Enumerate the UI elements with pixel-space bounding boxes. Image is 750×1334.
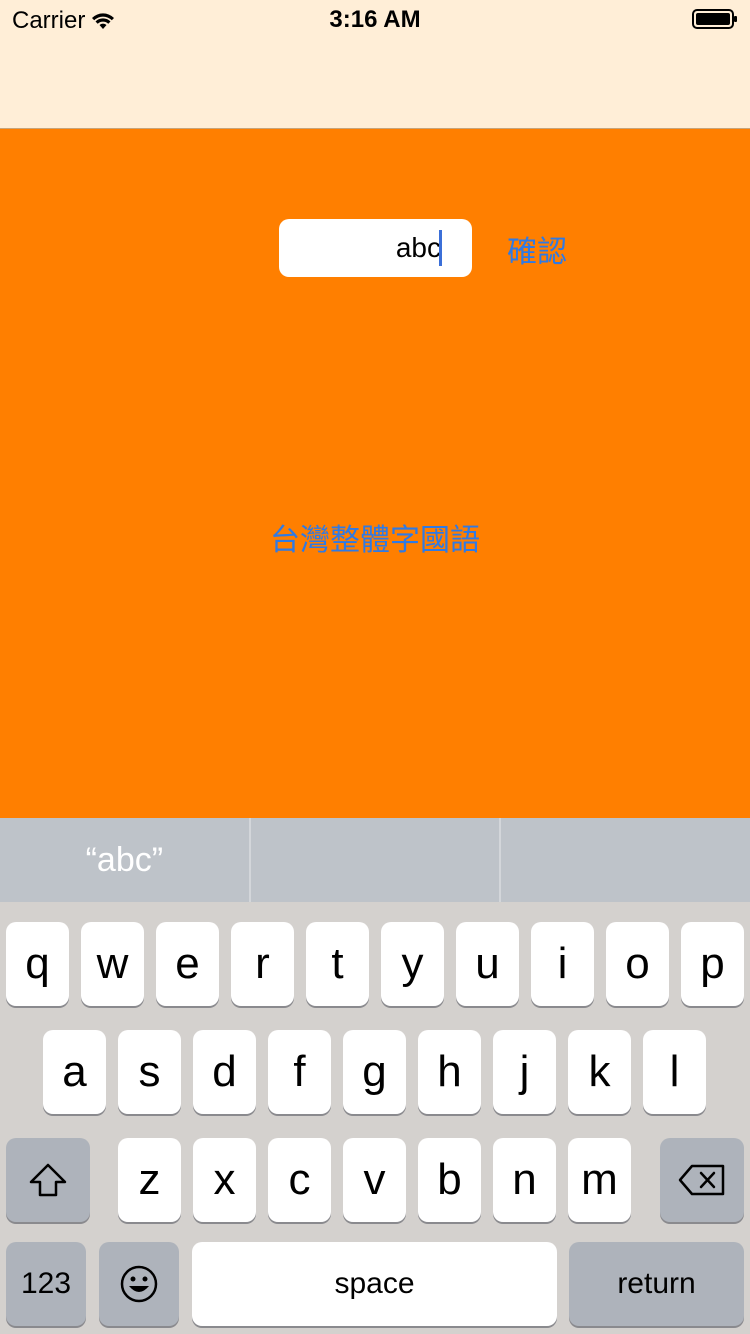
key-p[interactable]: p: [681, 922, 744, 1006]
shift-arrow-icon: [29, 1163, 67, 1197]
suggestion-3[interactable]: [501, 818, 750, 902]
emoji-key[interactable]: [99, 1242, 179, 1326]
key-t[interactable]: t: [306, 922, 369, 1006]
status-time: 3:16 AM: [329, 6, 421, 33]
battery-icon: [692, 9, 737, 29]
key-n[interactable]: n: [493, 1138, 556, 1222]
key-k[interactable]: k: [568, 1030, 631, 1114]
key-g[interactable]: g: [343, 1030, 406, 1114]
result-label: 台灣整體字國語: [270, 523, 480, 558]
key-s[interactable]: s: [118, 1030, 181, 1114]
numbers-key[interactable]: 123: [6, 1242, 86, 1326]
key-j[interactable]: j: [493, 1030, 556, 1114]
key-d[interactable]: d: [193, 1030, 256, 1114]
key-y[interactable]: y: [381, 922, 444, 1006]
backspace-icon: [678, 1164, 725, 1196]
key-a[interactable]: a: [43, 1030, 106, 1114]
key-r[interactable]: r: [231, 922, 294, 1006]
key-c[interactable]: c: [268, 1138, 331, 1222]
key-z[interactable]: z: [118, 1138, 181, 1222]
emoji-face-icon: [120, 1265, 158, 1303]
key-b[interactable]: b: [418, 1138, 481, 1222]
key-h[interactable]: h: [418, 1030, 481, 1114]
key-u[interactable]: u: [456, 922, 519, 1006]
predictive-bar: “abc”: [0, 818, 750, 902]
text-input-value: abc: [395, 232, 441, 263]
key-x[interactable]: x: [193, 1138, 256, 1222]
return-key[interactable]: return: [569, 1242, 744, 1326]
key-v[interactable]: v: [343, 1138, 406, 1222]
status-bar: Carrier 3:16 AM: [0, 0, 750, 40]
delete-key[interactable]: [660, 1138, 744, 1222]
key-i[interactable]: i: [531, 922, 594, 1006]
key-o[interactable]: o: [606, 922, 669, 1006]
confirm-button[interactable]: 確認: [507, 227, 567, 271]
suggestion-2[interactable]: [251, 818, 502, 902]
key-q[interactable]: q: [6, 922, 69, 1006]
shift-key[interactable]: [6, 1138, 90, 1222]
space-key[interactable]: space: [192, 1242, 557, 1326]
key-m[interactable]: m: [568, 1138, 631, 1222]
keyboard: q w e r t y u i o p a s d f g h j k l z …: [0, 902, 750, 1334]
suggestion-1[interactable]: “abc”: [0, 818, 251, 902]
key-e[interactable]: e: [156, 922, 219, 1006]
text-input[interactable]: abc: [279, 219, 472, 277]
key-f[interactable]: f: [268, 1030, 331, 1114]
navigation-bar: [0, 40, 750, 129]
key-w[interactable]: w: [81, 922, 144, 1006]
main-content: abc 確認 台灣整體字國語: [0, 129, 750, 818]
text-cursor: [439, 230, 442, 266]
key-l[interactable]: l: [643, 1030, 706, 1114]
